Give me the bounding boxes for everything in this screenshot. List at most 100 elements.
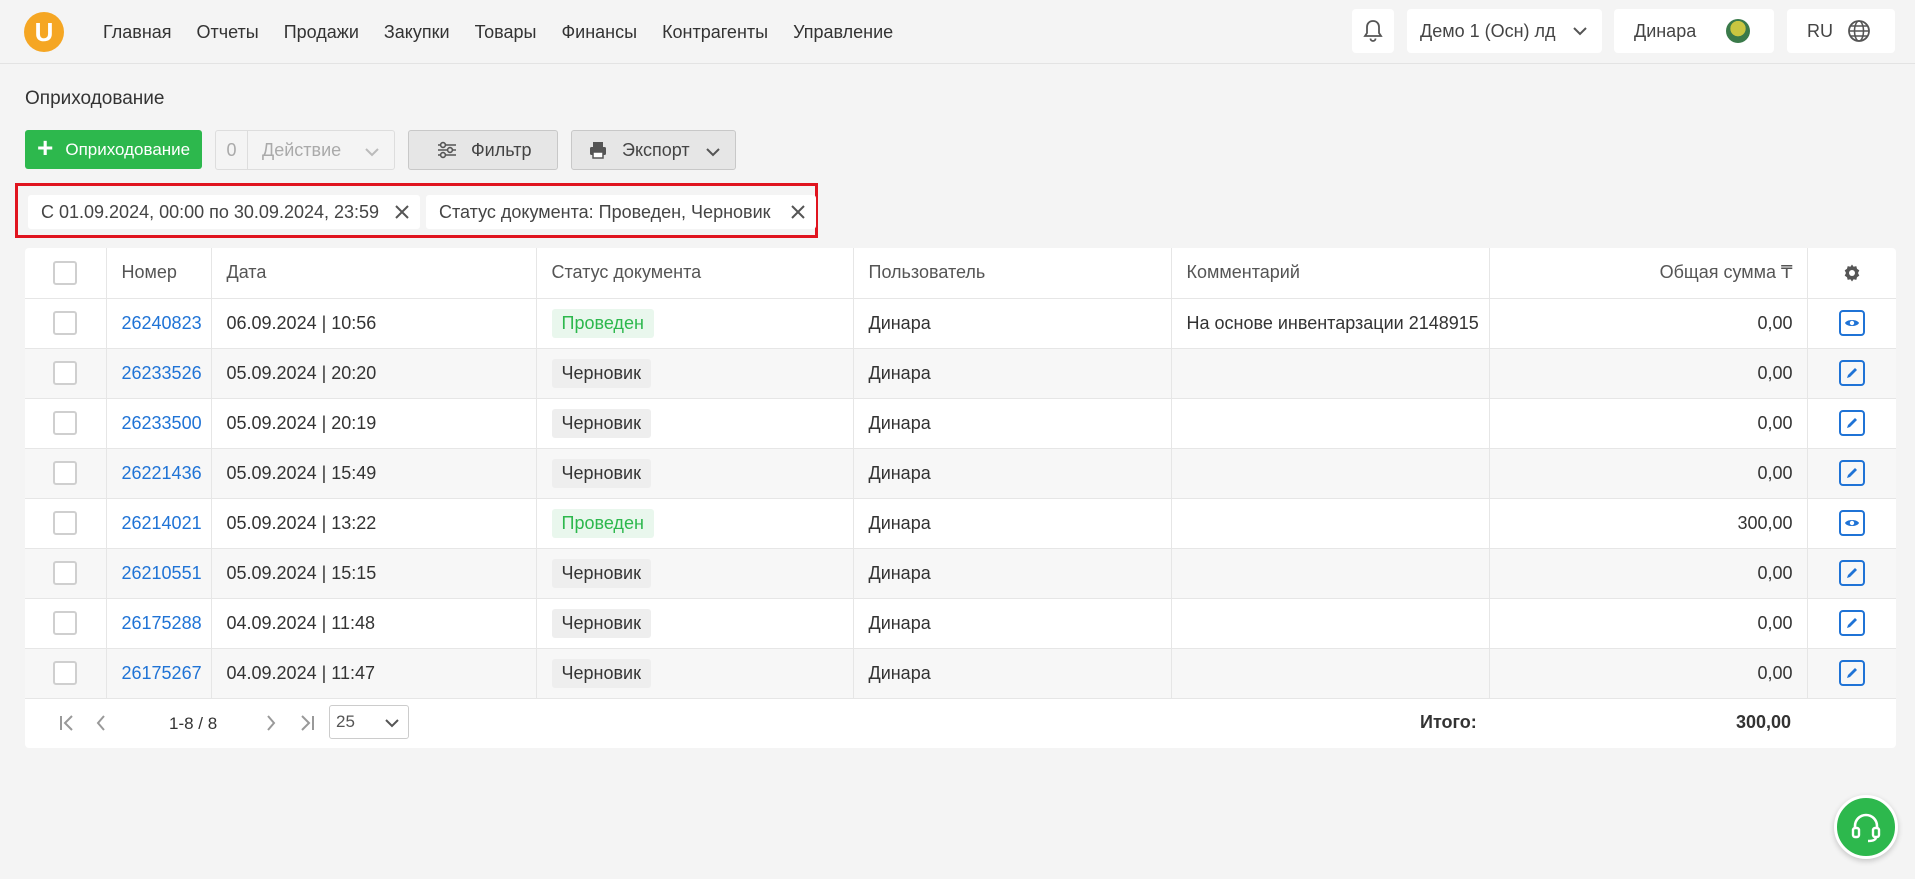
page-size-select[interactable]: 25 xyxy=(329,705,409,739)
table-row[interactable]: 26210551 05.09.2024 | 15:15 Черновик Динара… xyxy=(25,548,1896,599)
chevron-down-icon xyxy=(365,148,379,157)
prev-page-icon[interactable] xyxy=(95,714,107,732)
select-all-checkbox[interactable] xyxy=(53,260,78,285)
column-header-date[interactable]: Дата xyxy=(211,248,537,299)
row-number-cell: 26210551 xyxy=(106,548,212,599)
nav-item-counterparties[interactable]: Контрагенты xyxy=(662,22,768,43)
row-comment xyxy=(1171,598,1490,649)
row-date: 06.09.2024 | 10:56 xyxy=(211,298,537,349)
pencil-icon xyxy=(1846,568,1857,578)
next-page-icon[interactable] xyxy=(265,714,277,732)
status-badge: Проведен xyxy=(551,508,654,538)
row-view-button[interactable] xyxy=(1838,510,1865,536)
chevron-down-icon xyxy=(385,719,399,728)
language-select[interactable]: RU xyxy=(1787,9,1895,53)
table-row[interactable]: 26214021 05.09.2024 | 13:22 Проведен Динара… xyxy=(25,498,1896,549)
user-menu[interactable]: Динара xyxy=(1614,9,1774,53)
column-header-number[interactable]: Номер xyxy=(106,248,212,299)
row-view-button[interactable] xyxy=(1838,310,1865,336)
selected-count: 0 xyxy=(216,131,248,169)
row-user: Динара xyxy=(853,548,1172,599)
column-header-status[interactable]: Статус документа xyxy=(536,248,854,299)
last-page-icon[interactable] xyxy=(299,714,315,732)
filter-chip-date-label: С 01.09.2024, 00:00 по 30.09.2024, 23:59 xyxy=(41,201,380,222)
column-header-comment[interactable]: Комментарий xyxy=(1171,248,1490,299)
row-user: Динара xyxy=(853,648,1172,699)
nav-item-finance[interactable]: Финансы xyxy=(561,22,637,43)
row-edit-button[interactable] xyxy=(1838,460,1865,486)
nav-item-sales[interactable]: Продажи xyxy=(284,22,359,43)
table-row[interactable]: 26240823 06.09.2024 | 10:56 Проведен Динара… xyxy=(25,298,1896,349)
column-header-user[interactable]: Пользователь xyxy=(853,248,1172,299)
table-row[interactable]: 26175267 04.09.2024 | 11:47 Черновик Динара… xyxy=(25,648,1896,699)
main-nav: Главная Отчеты Продажи Закупки Товары Фи… xyxy=(103,0,893,64)
nav-item-management[interactable]: Управление xyxy=(793,22,893,43)
row-number-link[interactable]: 26175267 xyxy=(122,663,202,683)
row-select-cell xyxy=(25,498,107,549)
gear-icon[interactable] xyxy=(1842,263,1862,283)
action-select[interactable]: 0 Действие xyxy=(215,130,395,170)
row-edit-button[interactable] xyxy=(1838,660,1865,686)
row-edit-button[interactable] xyxy=(1838,360,1865,386)
close-icon[interactable] xyxy=(394,204,410,220)
nav-item-reports[interactable]: Отчеты xyxy=(197,22,259,43)
row-number-link[interactable]: 26214021 xyxy=(122,513,202,533)
export-button[interactable]: Экспорт xyxy=(571,130,736,170)
column-header-total-sum[interactable]: Общая сумма ₸ xyxy=(1489,248,1808,299)
row-checkbox[interactable] xyxy=(53,311,78,335)
row-action-cell xyxy=(1807,398,1896,449)
row-number-link[interactable]: 26240823 xyxy=(122,313,202,333)
row-number-cell: 26175267 xyxy=(106,648,212,699)
add-receipt-button[interactable]: + Оприходование xyxy=(25,130,202,169)
row-checkbox[interactable] xyxy=(53,411,78,435)
user-name: Динара xyxy=(1634,20,1697,41)
nav-item-products[interactable]: Товары xyxy=(475,22,537,43)
row-checkbox[interactable] xyxy=(53,511,78,535)
row-total-sum: 0,00 xyxy=(1489,448,1808,499)
filter-button[interactable]: Фильтр xyxy=(408,130,558,170)
close-icon[interactable] xyxy=(790,204,806,220)
row-edit-button[interactable] xyxy=(1838,410,1865,436)
row-number-cell: 26240823 xyxy=(106,298,212,349)
row-number-link[interactable]: 26221436 xyxy=(122,463,202,483)
row-status-cell: Черновик xyxy=(536,448,854,499)
sliders-icon xyxy=(438,141,456,159)
row-edit-button[interactable] xyxy=(1838,610,1865,636)
row-number-link[interactable]: 26175288 xyxy=(122,613,202,633)
support-chat-button[interactable] xyxy=(1834,795,1898,859)
table-row[interactable]: 26233500 05.09.2024 | 20:19 Черновик Динара… xyxy=(25,398,1896,449)
row-total-sum: 0,00 xyxy=(1489,548,1808,599)
row-user: Динара xyxy=(853,598,1172,649)
row-checkbox[interactable] xyxy=(53,661,78,685)
table-row[interactable]: 26221436 05.09.2024 | 15:49 Черновик Динара… xyxy=(25,448,1896,499)
bell-icon xyxy=(1363,20,1383,42)
row-number-link[interactable]: 26210551 xyxy=(122,563,202,583)
globe-icon xyxy=(1848,20,1870,42)
row-date: 05.09.2024 | 13:22 xyxy=(211,498,537,549)
plus-icon: + xyxy=(37,132,54,163)
app-logo[interactable]: U xyxy=(24,12,64,52)
row-status-cell: Черновик xyxy=(536,548,854,599)
row-checkbox[interactable] xyxy=(53,611,78,635)
total-label: Итого: xyxy=(1420,712,1477,732)
organization-label: Демо 1 (Осн) лд xyxy=(1420,20,1556,41)
row-user: Динара xyxy=(853,448,1172,499)
row-checkbox[interactable] xyxy=(53,561,78,585)
nav-item-home[interactable]: Главная xyxy=(103,22,172,43)
row-checkbox[interactable] xyxy=(53,461,78,485)
notifications-button[interactable] xyxy=(1352,9,1394,53)
row-number-link[interactable]: 26233526 xyxy=(122,363,202,383)
first-page-icon[interactable] xyxy=(59,714,75,732)
table-row[interactable]: 26175288 04.09.2024 | 11:48 Черновик Динара… xyxy=(25,598,1896,649)
status-badge: Черновик xyxy=(551,658,651,688)
language-label: RU xyxy=(1807,20,1833,41)
row-number-cell: 26233526 xyxy=(106,348,212,399)
row-select-cell xyxy=(25,398,107,449)
row-checkbox[interactable] xyxy=(53,361,78,385)
organization-select[interactable]: Демо 1 (Осн) лд xyxy=(1407,9,1602,53)
row-number-link[interactable]: 26233500 xyxy=(122,413,202,433)
row-edit-button[interactable] xyxy=(1838,560,1865,586)
nav-item-purchases[interactable]: Закупки xyxy=(384,22,450,43)
table-row[interactable]: 26233526 05.09.2024 | 20:20 Черновик Динара… xyxy=(25,348,1896,399)
receipts-table: Номер Дата Статус документа Пользователь… xyxy=(25,248,1896,699)
